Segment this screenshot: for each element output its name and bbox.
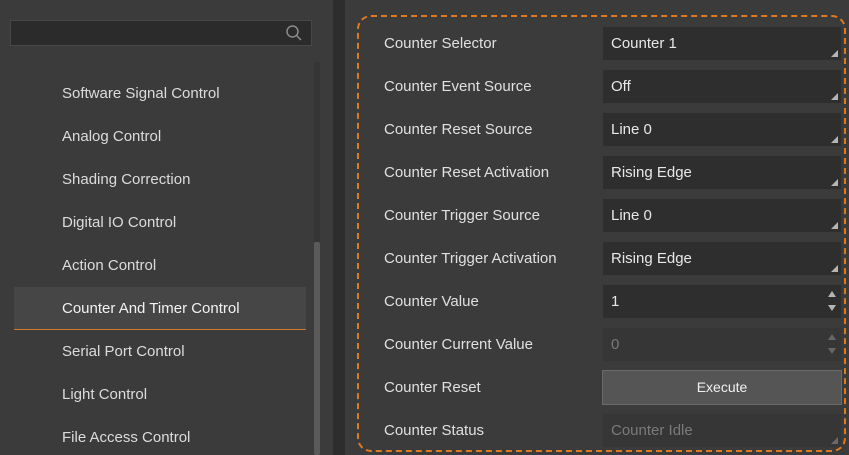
counter-reset-activation-dropdown[interactable]: Rising Edge	[602, 155, 842, 190]
dropdown-value: Rising Edge	[611, 164, 692, 181]
spinner-arrows	[827, 333, 837, 355]
spin-down-icon	[828, 348, 836, 354]
dropdown-corner-icon	[831, 265, 838, 272]
feature-list: Software Signal Control Analog Control S…	[0, 72, 306, 455]
dropdown-value: Rising Edge	[611, 250, 692, 267]
counter-trigger-source-dropdown[interactable]: Line 0	[602, 198, 842, 233]
dropdown-corner-icon	[831, 437, 838, 444]
dropdown-corner-icon	[831, 179, 838, 186]
property-label: Counter Reset	[384, 379, 481, 396]
feature-tree-panel: Software Signal Control Analog Control S…	[0, 0, 333, 455]
sidebar-item-shading-correction[interactable]: Shading Correction	[0, 158, 306, 201]
sidebar-scrollbar[interactable]	[314, 62, 320, 455]
spinner-arrows[interactable]	[827, 290, 837, 312]
sidebar-item-light-control[interactable]: Light Control	[0, 373, 306, 416]
property-row-counter-reset: Counter Reset Execute	[384, 366, 844, 409]
sidebar-item-software-signal-control[interactable]: Software Signal Control	[0, 72, 306, 115]
property-row-counter-current-value: Counter Current Value 0	[384, 323, 844, 366]
sidebar-scroll-thumb[interactable]	[314, 242, 320, 455]
property-label: Counter Status	[384, 422, 485, 439]
execute-button[interactable]: Execute	[602, 370, 842, 405]
property-label: Counter Selector	[384, 35, 497, 52]
property-label: Counter Reset Source	[384, 121, 533, 138]
dropdown-corner-icon	[831, 136, 838, 143]
spinbox-value: 1	[611, 293, 620, 310]
property-row-counter-trigger-source: Counter Trigger Source Line 0	[384, 194, 844, 237]
dropdown-corner-icon	[831, 50, 838, 57]
counter-value-spinbox[interactable]: 1	[602, 284, 842, 319]
dropdown-value: Line 0	[611, 207, 652, 224]
status-value: Counter Idle	[611, 422, 693, 439]
property-label: Counter Value	[384, 293, 479, 310]
sidebar-item-analog-control[interactable]: Analog Control	[0, 115, 306, 158]
panel-divider[interactable]	[333, 0, 345, 455]
counter-reset-source-dropdown[interactable]: Line 0	[602, 112, 842, 147]
property-row-counter-value: Counter Value 1	[384, 280, 844, 323]
counter-status-field: Counter Idle	[602, 413, 842, 448]
counter-selector-dropdown[interactable]: Counter 1	[602, 26, 842, 61]
sidebar-item-action-control[interactable]: Action Control	[0, 244, 306, 287]
property-label: Counter Event Source	[384, 78, 532, 95]
spin-up-icon	[828, 334, 836, 340]
counter-event-source-dropdown[interactable]: Off	[602, 69, 842, 104]
dropdown-value: Counter 1	[611, 35, 677, 52]
search-icon[interactable]	[285, 24, 303, 42]
property-label: Counter Trigger Source	[384, 207, 540, 224]
dropdown-value: Off	[611, 78, 631, 95]
property-row-counter-reset-activation: Counter Reset Activation Rising Edge	[384, 151, 844, 194]
property-row-counter-reset-source: Counter Reset Source Line 0	[384, 108, 844, 151]
sidebar-item-file-access-control[interactable]: File Access Control	[0, 416, 306, 455]
search-input[interactable]	[10, 20, 312, 46]
spin-up-icon[interactable]	[828, 291, 836, 297]
counter-trigger-activation-dropdown[interactable]: Rising Edge	[602, 241, 842, 276]
sidebar-item-digital-io-control[interactable]: Digital IO Control	[0, 201, 306, 244]
sidebar-item-counter-and-timer-control[interactable]: Counter And Timer Control	[14, 287, 306, 330]
property-row-counter-status: Counter Status Counter Idle	[384, 409, 844, 452]
dropdown-value: Line 0	[611, 121, 652, 138]
counter-current-value-spinbox: 0	[602, 327, 842, 362]
property-row-counter-selector: Counter Selector Counter 1	[384, 22, 844, 65]
property-row-counter-trigger-activation: Counter Trigger Activation Rising Edge	[384, 237, 844, 280]
dropdown-corner-icon	[831, 222, 838, 229]
spin-down-icon[interactable]	[828, 305, 836, 311]
spinbox-value: 0	[611, 336, 620, 353]
sidebar-item-serial-port-control[interactable]: Serial Port Control	[0, 330, 306, 373]
property-label: Counter Reset Activation	[384, 164, 550, 181]
property-label: Counter Trigger Activation	[384, 250, 557, 267]
property-row-counter-event-source: Counter Event Source Off	[384, 65, 844, 108]
dropdown-corner-icon	[831, 93, 838, 100]
property-label: Counter Current Value	[384, 336, 533, 353]
